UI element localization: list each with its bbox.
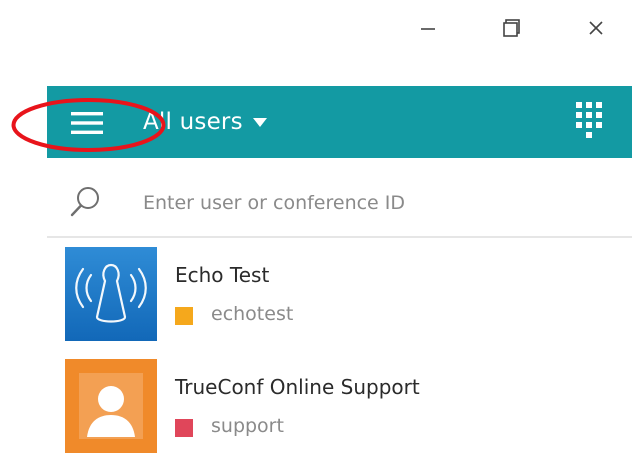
contact-name: Echo Test	[175, 263, 270, 287]
user-filter-dropdown[interactable]: All users	[143, 104, 267, 140]
minimize-button[interactable]	[404, 8, 452, 48]
support-avatar	[65, 359, 157, 453]
dialpad-button[interactable]	[567, 98, 611, 148]
status-indicator	[175, 307, 193, 325]
dialpad-icon	[576, 102, 602, 138]
contacts-header: All users	[47, 86, 632, 158]
minimize-icon	[421, 28, 435, 30]
echo-test-avatar-icon	[75, 263, 147, 323]
status-indicator	[175, 419, 193, 437]
contact-login: support	[211, 415, 284, 437]
main-menu-button[interactable]	[67, 106, 107, 140]
close-icon	[589, 21, 603, 35]
support-avatar-icon	[65, 359, 157, 453]
contact-item-echo-test[interactable]: Echo Test echotest	[65, 247, 632, 343]
contact-item-trueconf-online-support[interactable]: TrueConf Online Support support	[65, 359, 632, 455]
search-icon	[70, 187, 99, 217]
maximize-button[interactable]	[488, 8, 536, 48]
contact-login: echotest	[211, 303, 294, 325]
contact-name: TrueConf Online Support	[175, 375, 420, 399]
search-bar	[47, 168, 632, 238]
search-icon-wrap	[67, 184, 103, 220]
echo-test-avatar	[65, 247, 157, 341]
search-input[interactable]	[141, 182, 615, 224]
maximize-icon	[503, 19, 520, 37]
caret-down-icon	[252, 118, 267, 127]
user-filter-label: All users	[143, 109, 243, 135]
hamburger-menu-icon	[71, 112, 103, 134]
close-button[interactable]	[572, 8, 620, 48]
